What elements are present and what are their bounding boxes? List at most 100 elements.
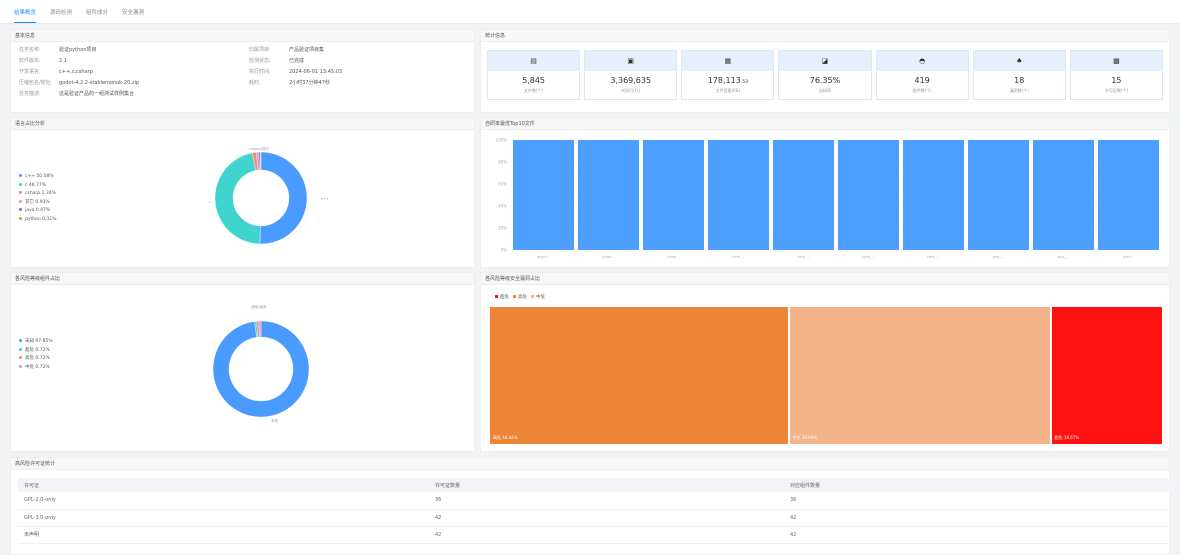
info-k-label: 任务名称:	[19, 47, 41, 53]
component-risk-donut: 未知 超危/高危	[212, 304, 310, 423]
treemap-label: 高危 44.44%	[493, 435, 518, 441]
legend-marker	[513, 295, 516, 298]
table-cell: 36	[429, 492, 784, 510]
x-tick-label: proje...	[602, 255, 614, 259]
language-donut: c++ c csharp/其它	[209, 146, 329, 245]
y-tick-label: 80%	[498, 160, 507, 165]
tab-overview[interactable]: 结果概览	[14, 0, 37, 23]
stat-value: 3,369,635	[585, 76, 676, 85]
stat-label: 文件数(个)	[524, 88, 544, 93]
stat-number: 178,113	[707, 76, 741, 85]
slice-label: c++	[321, 197, 329, 201]
col-header: 许可证数量	[429, 478, 784, 492]
x-tick-label: test_...	[1058, 255, 1070, 259]
bar[interactable]	[1098, 140, 1159, 250]
x-tick-label: core_...	[862, 255, 875, 259]
legend-label[interactable]: 超危	[500, 295, 509, 300]
tab-source[interactable]: 源码检测	[50, 0, 72, 23]
slice-label: 未知	[271, 418, 279, 423]
bar[interactable]	[773, 140, 834, 250]
stat-number: 419	[914, 76, 930, 85]
tab-components[interactable]: 组件成分	[86, 0, 108, 23]
table-cell: 未声明	[18, 526, 429, 544]
bar[interactable]	[838, 140, 899, 250]
col-header: 对应组件数量	[784, 478, 1174, 492]
bar[interactable]	[513, 140, 574, 250]
license-table: 许可证 许可证数量 对应组件数量 GPL-2.0-only 36 36 GPL-3.0…	[18, 478, 1174, 544]
stat-number: 18	[1014, 76, 1025, 85]
y-tick-label: 20%	[498, 226, 507, 231]
stat-value: 5,845	[488, 76, 579, 85]
pie-slice[interactable]	[259, 151, 308, 245]
slice-label: csharp/其它	[249, 146, 269, 151]
stat-value: 76.35%	[779, 76, 870, 85]
bug-icon: ♠	[973, 51, 1065, 71]
stat-number: 76.35%	[809, 76, 841, 85]
vuln-risk-panel: 各风险等级安全漏洞占比 超危 高危 中危 高危 44.44% 中危 38.89% 超危 …	[480, 272, 1170, 452]
stat-label: 组件数(个)	[912, 88, 932, 93]
info-k-label: 检测状态:	[249, 58, 271, 64]
table-row[interactable]: GPL-3.0-only 42 42	[18, 509, 1174, 527]
x-tick-label: core_...	[797, 255, 810, 259]
bar[interactable]	[903, 140, 964, 250]
table-cell: 42	[784, 526, 1174, 544]
basic-info-grid: 任务名称: 验证python项目 归属项目: 产品验证项目集 软件版本: 2.1 检测状态:…	[11, 42, 474, 102]
panel-title: 自研率最低Top10文件	[481, 118, 1169, 130]
y-tick-label: 100%	[496, 138, 508, 143]
info-k-label: 开发语言:	[19, 69, 41, 75]
component-risk-panel: 各风险等级组件占比 未知 97.85% 超危 0.72% 高危 0.72% 中危 0.…	[10, 272, 475, 452]
treemap-category: 高危	[493, 435, 501, 440]
bar[interactable]	[968, 140, 1029, 250]
bar[interactable]	[578, 140, 639, 250]
bar[interactable]	[643, 140, 704, 250]
pie-slice[interactable]	[259, 151, 262, 171]
code-icon: ▣	[585, 51, 677, 71]
stat-card: ▤ 5,845 文件数(个)	[487, 50, 581, 100]
legend-label[interactable]: 中危	[536, 295, 545, 300]
bar[interactable]	[1033, 140, 1094, 250]
panel-title: 基本信息	[11, 30, 474, 42]
info-v-value: 验证python项目	[59, 47, 97, 53]
x-tick-label: core_...	[732, 255, 745, 259]
panel-title: 统计信息	[481, 30, 1169, 42]
info-k-label: 压缩包名/地址:	[19, 80, 53, 86]
stat-label: 文件容量(KB)	[715, 88, 741, 93]
info-k-label: 执行时间:	[249, 69, 271, 75]
stat-label: 漏洞数(个)	[1009, 88, 1029, 93]
stat-card: ◪ 76.35% 自研率	[778, 50, 872, 100]
treemap-category: 中危	[792, 435, 801, 440]
table-row[interactable]: 未声明 42 42	[18, 526, 1174, 544]
table-cell: GPL-2.0-only	[18, 492, 429, 510]
info-v-value: c++,c,csharp	[59, 69, 93, 75]
x-tick-label: proje...	[667, 255, 679, 259]
bar[interactable]	[708, 140, 769, 250]
basic-info-panel: 基本信息 任务名称: 验证python项目 归属项目: 产品验证项目集 软件版本: 2.1…	[10, 29, 475, 113]
stat-value: 15	[1071, 76, 1162, 85]
legend-label[interactable]: 高危	[518, 295, 527, 300]
info-v-value: 这是验证产品的一组测试样例集合	[59, 91, 135, 97]
tab-vulns[interactable]: 安全漏洞	[122, 0, 144, 23]
treemap-cell[interactable]: 高危 44.44%	[490, 307, 789, 444]
treemap-cell[interactable]: 中危 38.89%	[789, 307, 1051, 444]
table-row[interactable]: GPL-2.0-only 36 36	[18, 492, 1174, 510]
x-tick-label: core_...	[927, 255, 940, 259]
top10-bar-chart: 0% 20% 40% 60% 80% 100% engin... proje... proje.…	[496, 138, 1161, 259]
stat-value: 178,113.53	[682, 76, 773, 85]
tab-bar: 结果概览 源码检测 组件成分 安全漏洞	[0, 0, 1180, 24]
stat-label: 自研率	[818, 88, 831, 93]
treemap-cell[interactable]: 超危 16.67%	[1051, 307, 1163, 444]
treemap-label: 超危 16.67%	[1055, 435, 1080, 441]
treemap-label: 中危 38.89%	[793, 435, 818, 441]
stat-value: 18	[974, 76, 1065, 85]
col-header: 许可证	[18, 478, 429, 492]
license-panel: 高风险许可证统计 许可证 许可证数量 对应组件数量 GPL-2.0-only 36…	[10, 457, 1174, 555]
table-cell: 36	[784, 492, 1174, 510]
top10-panel: 自研率最低Top10文件 0% 20% 40% 60% 80% 100% engin... p…	[480, 117, 1170, 268]
stats-panel: 统计信息 ▤ 5,845 文件数(个) ▣ 3,369,635 代码行(行) ▦ 178,11…	[480, 29, 1170, 113]
table-cell: 42	[784, 509, 1174, 527]
x-tick-label: engin...	[537, 255, 550, 259]
stat-number: 15	[1111, 76, 1122, 85]
info-v-value: 产品验证项目集	[289, 47, 325, 53]
info-k-label: 任务描述:	[19, 91, 41, 97]
pie-slice[interactable]	[214, 152, 261, 245]
